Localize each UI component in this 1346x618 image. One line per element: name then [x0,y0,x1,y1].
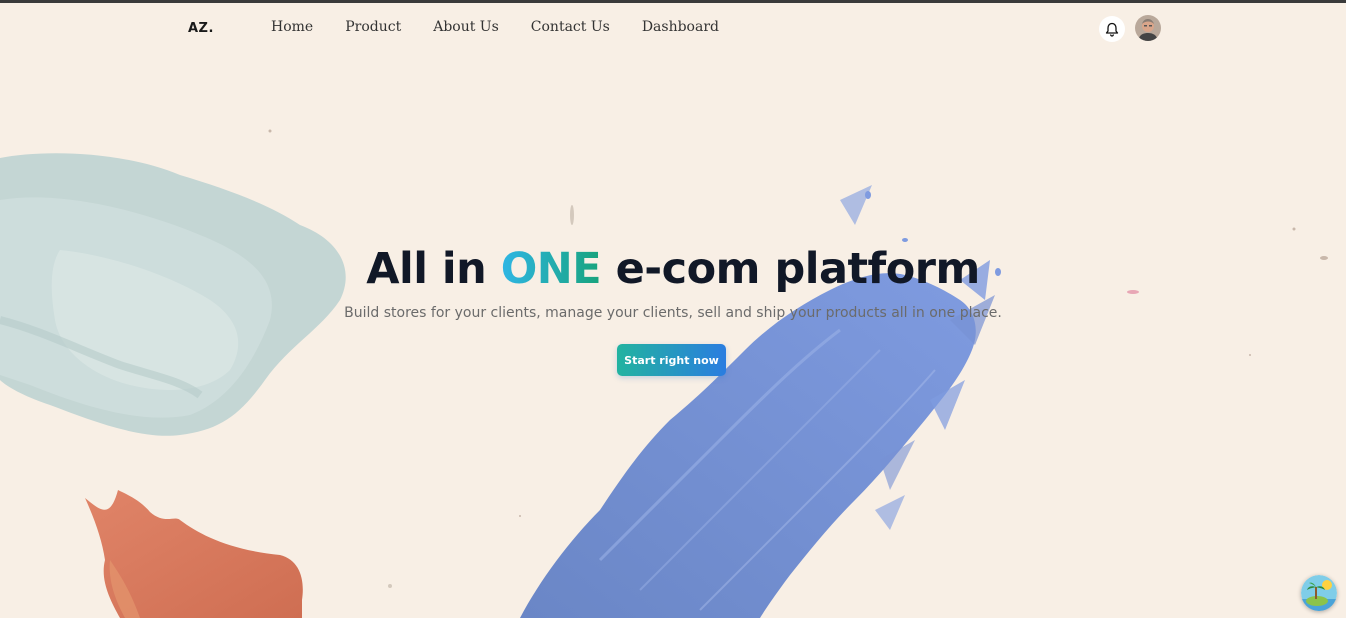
orange-paint-stroke [85,490,303,618]
start-right-now-button[interactable]: Start right now [617,344,726,376]
hero-subtitle: Build stores for your clients, manage yo… [344,305,1002,321]
nav-link-contact-us[interactable]: Contact Us [531,19,610,35]
top-navbar: AZ. Home Product About Us Contact Us Das… [0,3,1346,53]
nav-link-product[interactable]: Product [345,19,401,35]
hero-title-accent: ONE [500,244,602,294]
hero-title-start: All in [366,244,501,294]
floating-island-badge[interactable] [1301,575,1337,611]
user-avatar[interactable] [1135,15,1161,41]
nav-link-about-us[interactable]: About Us [433,19,499,35]
bell-icon [1105,22,1119,37]
hero-title: All in ONE e-com platform [0,238,1346,300]
island-icon [1301,575,1337,611]
hero-section: All in ONE e-com platform [0,238,1346,300]
nav-link-home[interactable]: Home [271,19,313,35]
notification-button[interactable] [1099,16,1125,42]
hero-title-end: e-com platform [601,244,981,294]
main-nav: Home Product About Us Contact Us Dashboa… [271,19,719,35]
brand-logo[interactable]: AZ. [188,21,214,36]
nav-link-dashboard[interactable]: Dashboard [642,19,719,35]
avatar-image [1135,15,1161,41]
